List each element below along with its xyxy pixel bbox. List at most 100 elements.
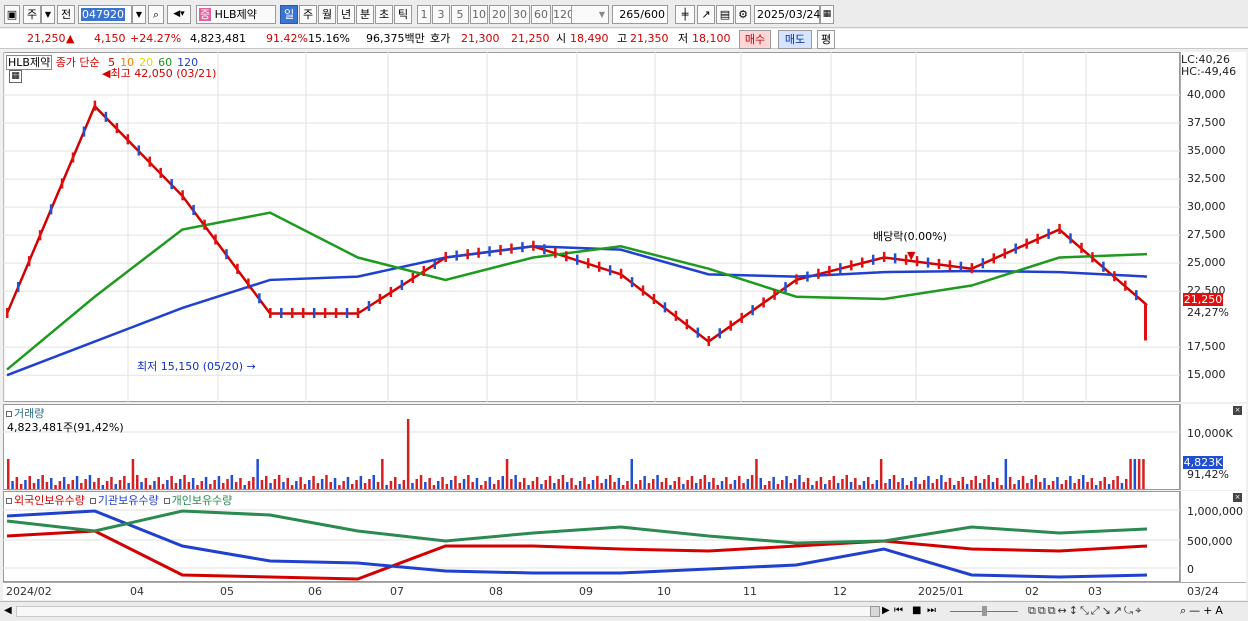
sell-button[interactable]: 매도 [778,30,812,49]
volume-bar [772,477,775,489]
volume-bar [566,482,569,489]
volume-bar [161,484,165,489]
toolbar-tools-icons[interactable]: ⧉⧉⧉↔↕⤡⤢↘↗⤿⌖ [1028,604,1143,618]
volume-bar [789,483,793,489]
date-input[interactable]: 2025/03/24 [754,5,820,24]
chart-type-select[interactable]: 주 [23,5,41,24]
price-tick: 37,500 [1187,116,1226,130]
period-tab[interactable]: 년 [337,5,355,24]
volume-bar [712,478,715,489]
stock-code-input[interactable]: 047920 [78,5,132,24]
candle [389,286,393,298]
volume-bar [1051,481,1055,489]
volume-bar [105,481,109,489]
volume-bar [28,476,31,489]
low-price: 18,100 [692,32,731,45]
interval-button[interactable]: 30 [510,5,530,24]
candle [60,178,64,189]
volume-bar [965,484,969,489]
candle [762,297,765,308]
high-label: 고 [617,32,628,45]
candle [236,263,239,274]
interval-button[interactable]: 60 [531,5,551,24]
search-icon[interactable]: ⌕ [148,5,164,24]
volume-bar [316,483,320,489]
interval-button[interactable]: 5 [451,5,469,24]
candle [1113,271,1116,282]
chevron-down-icon[interactable]: ▼ [41,5,55,24]
volume-bar [540,484,543,489]
scroll-right-icon[interactable]: ▶ [882,605,890,616]
interval-select[interactable]: ▼ [571,5,609,24]
save-icon[interactable]: ▤ [716,5,734,24]
volume-bar [71,480,74,489]
volume-bar [922,480,926,489]
interval-button[interactable]: 10 [470,5,488,24]
volume-bar [828,480,831,489]
volume-bar [1142,459,1145,489]
calendar-icon[interactable]: ▦ [820,5,834,24]
prev-button[interactable]: 전 [57,5,75,24]
price-tick: 40,000 [1187,88,1226,102]
volume-bar [381,459,384,489]
volume-bar [308,480,311,489]
zoom-slider-thumb[interactable] [982,606,987,616]
last-page-icon[interactable]: ⏭ [927,605,936,616]
candle [6,307,9,319]
scroll-left-icon[interactable]: ◀ [4,605,12,616]
period-tab[interactable]: 틱 [394,5,412,24]
candle [674,310,678,321]
candle [323,307,327,319]
period-tab[interactable]: 주 [299,5,317,24]
window-icon[interactable]: ▣ [4,5,20,24]
candle [784,282,787,293]
volume-bar [1034,475,1038,489]
first-page-icon[interactable]: ⏮ [894,605,903,616]
interval-button[interactable]: 1 [417,5,431,24]
volume-bar [1030,479,1033,489]
avg-button[interactable]: 평 [817,30,835,49]
close-volume-pane-icon[interactable]: × [1233,406,1242,415]
volume-bar [875,480,879,489]
zoom-controls-icon[interactable]: ⌕—+A [1180,604,1226,618]
gear-icon[interactable]: ⚙ [735,5,751,24]
close-holdings-pane-icon[interactable]: × [1233,493,1242,502]
volume-bar [467,475,470,489]
price-tick: 27,500 [1187,228,1226,242]
trend-icon[interactable]: ↗ [697,5,715,24]
buy-button[interactable]: 매수 [739,30,771,49]
high-annotation-text: 최고 42,050 (03/21) [110,67,217,80]
x-axis-label: 12 [833,585,847,598]
volume-bar [776,484,780,489]
count-input[interactable]: 265/600 [612,5,668,24]
table-icon[interactable]: ▦ [9,70,22,83]
interval-button[interactable]: 20 [489,5,509,24]
candle [378,293,382,305]
candle-icon[interactable]: ╪ [675,5,695,24]
stop-icon[interactable]: ■ [912,605,921,616]
candle [367,300,371,312]
period-tab[interactable]: 월 [318,5,336,24]
volume-bar [1000,485,1003,489]
scroll-track[interactable] [16,606,878,617]
sound-icon[interactable]: ◀▾ [167,5,191,24]
volume-bar [1112,480,1115,489]
price-stock-tag: HLB제약 [6,55,53,70]
turnover-rate: 15.16% [308,32,350,45]
period-tab[interactable]: 분 [356,5,374,24]
stock-name-field[interactable]: 증 HLB제약 [196,5,276,24]
volume-bar [587,484,590,489]
code-dropdown-icon[interactable]: ▼ [132,5,146,24]
candle [82,126,86,137]
volume-bar [652,479,655,489]
volume-bar [781,480,784,489]
interval-button[interactable]: 3 [432,5,450,24]
volume-bar [123,476,126,489]
volume-bar [669,485,672,489]
volume-bar [905,485,909,489]
period-tab[interactable]: 일 [280,5,298,24]
scroll-thumb[interactable] [870,606,880,617]
candle [718,328,721,339]
period-tab[interactable]: 초 [375,5,393,24]
volume-bar [209,484,212,489]
